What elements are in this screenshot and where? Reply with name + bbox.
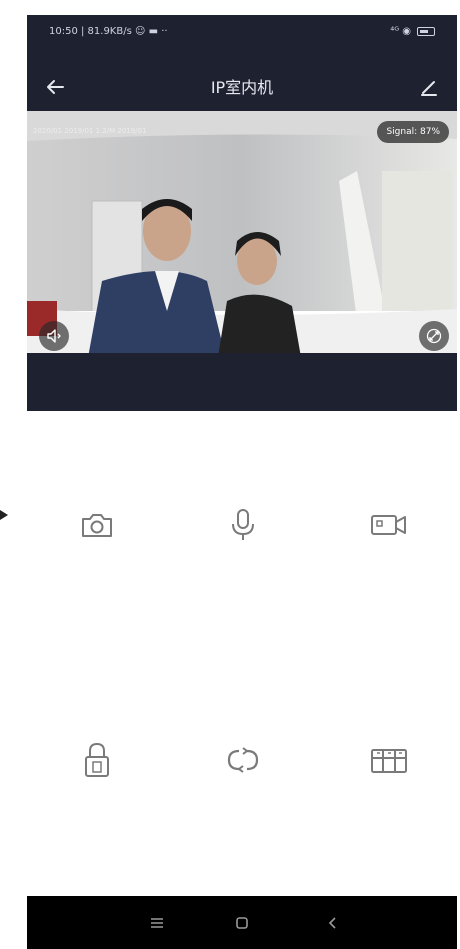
camera-icon[interactable] xyxy=(72,500,122,550)
edit-pencil-icon[interactable] xyxy=(417,75,441,99)
back-chevron-icon[interactable] xyxy=(312,896,352,949)
unlock-icon[interactable] xyxy=(72,735,122,785)
page-title: IP室内机 xyxy=(210,78,274,97)
signal-wifi-text: ⁴ᴳ ◉ xyxy=(390,25,411,37)
control-row-1 xyxy=(0,500,460,560)
home-icon[interactable] xyxy=(222,896,262,949)
microphone-icon[interactable] xyxy=(218,500,268,550)
video-feed[interactable]: 2020/01 2019/01 1.2/M 2019/01 Signal: 87… xyxy=(27,111,457,363)
signal-badge: Signal: 87% xyxy=(377,121,449,143)
control-row-2 xyxy=(0,735,460,795)
menu-icon[interactable] xyxy=(137,896,177,949)
video-record-icon[interactable] xyxy=(364,500,414,550)
system-nav-bar xyxy=(27,896,457,949)
app-screen: 10:50 | 81.9KB/s ☺ ▬ ·· ⁴ᴳ ◉ IP室内机 2020/… xyxy=(0,0,460,949)
status-bar: 10:50 | 81.9KB/s ☺ ▬ ·· ⁴ᴳ ◉ xyxy=(27,15,457,47)
status-left: 10:50 | 81.9KB/s ☺ ▬ ·· xyxy=(49,25,168,37)
status-right: ⁴ᴳ ◉ xyxy=(390,26,435,37)
refresh-icon[interactable] xyxy=(218,735,268,785)
back-arrow-icon[interactable] xyxy=(43,75,67,99)
gallery-icon[interactable] xyxy=(364,735,414,785)
phone-header: 10:50 | 81.9KB/s ☺ ▬ ·· ⁴ᴳ ◉ IP室内机 2020/… xyxy=(27,15,457,411)
fullscreen-icon[interactable] xyxy=(419,321,449,351)
video-info-text: 2020/01 2019/01 1.2/M 2019/01 xyxy=(33,127,147,135)
battery-icon xyxy=(417,26,435,36)
video-scene xyxy=(27,111,457,363)
speaker-icon[interactable] xyxy=(39,321,69,351)
